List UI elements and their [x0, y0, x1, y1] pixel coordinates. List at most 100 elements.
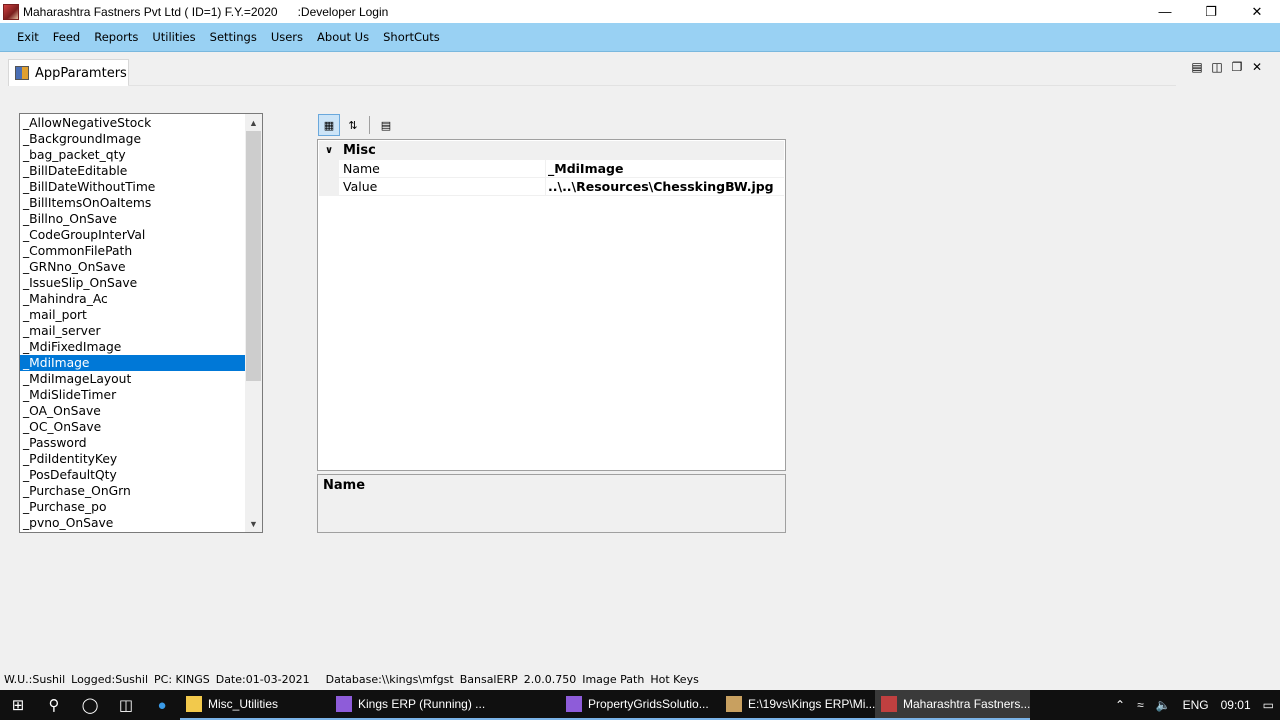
- list-item[interactable]: _OC_OnSave: [20, 419, 245, 435]
- task-list: Misc_Utilities Kings ERP (Running) ... Pro…: [180, 690, 1030, 720]
- parameter-list: _AllowNegativeStock _BackgroundImage _bag_…: [20, 115, 245, 531]
- list-item[interactable]: _Purchase_po: [20, 499, 245, 515]
- edge-icon[interactable]: ●: [144, 690, 180, 720]
- scroll-thumb[interactable]: [246, 131, 261, 381]
- row-margin: [319, 160, 339, 178]
- list-item[interactable]: _Password: [20, 435, 245, 451]
- status-pc: PC: KINGS: [154, 672, 210, 686]
- cortana-icon[interactable]: ◯: [72, 690, 108, 720]
- task-view-icon[interactable]: ◫: [108, 690, 144, 720]
- alphabetical-icon[interactable]: ⇅: [342, 114, 364, 136]
- scroll-up-icon[interactable]: ▲: [245, 114, 262, 131]
- list-item[interactable]: _Purchase_OnGrn: [20, 483, 245, 499]
- menu-users[interactable]: Users: [264, 30, 310, 44]
- status-image-path[interactable]: Image Path: [582, 673, 644, 686]
- list-item[interactable]: _GRNno_OnSave: [20, 259, 245, 275]
- network-icon[interactable]: ≈: [1131, 698, 1150, 712]
- list-item[interactable]: _mail_port: [20, 307, 245, 323]
- task-app-icon: [726, 696, 742, 712]
- property-pages-icon[interactable]: ▤: [375, 114, 397, 136]
- minimize-button[interactable]: —: [1142, 0, 1188, 23]
- property-value[interactable]: ..\..\Resources\ChesskingBW.jpg: [546, 178, 784, 196]
- status-database: Database:\\kings\mfgst: [325, 672, 454, 686]
- list-item[interactable]: _MdiImageLayout: [20, 371, 245, 387]
- taskbar-task[interactable]: Maharashtra Fastners...: [875, 690, 1030, 720]
- parameter-listbox[interactable]: _AllowNegativeStock _BackgroundImage _bag_…: [19, 113, 263, 533]
- menu-feed[interactable]: Feed: [46, 30, 87, 44]
- system-tray: ⌃ ≈ 🔈 ENG 09:01 ▭: [1109, 690, 1280, 720]
- list-item[interactable]: _BackgroundImage: [20, 131, 245, 147]
- task-label: E:\19vs\Kings ERP\Mi...: [748, 697, 875, 711]
- close-button[interactable]: ✕: [1234, 0, 1280, 23]
- taskbar: ⊞ ⚲ ◯ ◫ ● Misc_Utilities Kings ERP (Runni…: [0, 690, 1280, 720]
- menu-reports[interactable]: Reports: [87, 30, 145, 44]
- list-item[interactable]: _IssueSlip_OnSave: [20, 275, 245, 291]
- list-item[interactable]: _CodeGroupInterVal: [20, 227, 245, 243]
- notification-icon[interactable]: ▭: [1257, 698, 1280, 712]
- menu-exit[interactable]: Exit: [10, 30, 46, 44]
- menu-shortcuts[interactable]: ShortCuts: [376, 30, 447, 44]
- collapse-chevron-icon[interactable]: ∨: [319, 145, 339, 156]
- property-name: Name: [339, 160, 546, 178]
- list-item[interactable]: _Mahindra_Ac: [20, 291, 245, 307]
- task-label: PropertyGridsSolutio...: [588, 697, 709, 711]
- task-label: Misc_Utilities: [208, 697, 279, 711]
- menu-bar: Exit Feed Reports Utilities Settings Use…: [0, 23, 1280, 52]
- list-item[interactable]: _MdiSlideTimer: [20, 387, 245, 403]
- list-item[interactable]: _pvno_OnSave: [20, 515, 245, 531]
- start-icon[interactable]: ⊞: [0, 690, 36, 720]
- taskbar-task[interactable]: E:\19vs\Kings ERP\Mi...: [720, 690, 875, 720]
- list-item[interactable]: _BillItemsOnOaItems: [20, 195, 245, 211]
- restore-button[interactable]: ❐: [1188, 0, 1234, 23]
- list-scrollbar[interactable]: ▲ ▼: [245, 114, 262, 532]
- list-item[interactable]: _Billno_OnSave: [20, 211, 245, 227]
- list-item[interactable]: _MdiImage: [20, 355, 245, 371]
- property-row-name[interactable]: Name _MdiImage: [319, 160, 784, 178]
- list-item[interactable]: _bag_packet_qty: [20, 147, 245, 163]
- row-margin: [319, 178, 339, 196]
- list-item[interactable]: _BillDateEditable: [20, 163, 245, 179]
- property-row-value[interactable]: Value ..\..\Resources\ChesskingBW.jpg: [319, 178, 784, 196]
- task-app-icon: [186, 696, 202, 712]
- tab-appparamters[interactable]: AppParamters: [8, 59, 129, 86]
- window-controls: — ❐ ✕: [1142, 0, 1280, 23]
- category-row[interactable]: ∨ Misc: [319, 141, 784, 160]
- language-indicator[interactable]: ENG: [1177, 698, 1215, 712]
- close-tab-icon[interactable]: ✕: [1250, 60, 1264, 74]
- scroll-down-icon[interactable]: ▼: [245, 515, 262, 532]
- list-item[interactable]: _PdiIdentityKey: [20, 451, 245, 467]
- categorized-icon[interactable]: ▦: [318, 114, 340, 136]
- status-version: 2.0.0.750: [523, 672, 577, 686]
- tile-vertical-icon[interactable]: ◫: [1210, 60, 1224, 74]
- main-area: _AllowNegativeStock _BackgroundImage _bag_…: [0, 86, 1280, 668]
- list-item[interactable]: _OA_OnSave: [20, 403, 245, 419]
- search-icon[interactable]: ⚲: [36, 690, 72, 720]
- taskbar-task[interactable]: Kings ERP (Running) ...: [330, 690, 560, 720]
- status-hot-keys[interactable]: Hot Keys: [650, 673, 699, 686]
- task-app-icon: [336, 696, 352, 712]
- property-value[interactable]: _MdiImage: [546, 160, 784, 178]
- taskbar-task[interactable]: PropertyGridsSolutio...: [560, 690, 720, 720]
- task-label: Maharashtra Fastners...: [903, 697, 1030, 711]
- list-item[interactable]: _MdiFixedImage: [20, 339, 245, 355]
- list-item[interactable]: _CommonFilePath: [20, 243, 245, 259]
- clock[interactable]: 09:01: [1215, 698, 1257, 712]
- cascade-icon[interactable]: ❐: [1230, 60, 1244, 74]
- volume-icon[interactable]: 🔈: [1150, 698, 1177, 712]
- list-item[interactable]: _PosDefaultQty: [20, 467, 245, 483]
- status-user: W.U.:Sushil: [4, 672, 66, 686]
- list-item[interactable]: _BillDateWithoutTime: [20, 179, 245, 195]
- menu-about-us[interactable]: About Us: [310, 30, 376, 44]
- task-label: Kings ERP (Running) ...: [358, 697, 486, 711]
- tray-chevron-icon[interactable]: ⌃: [1109, 698, 1131, 712]
- description-title: Name: [323, 478, 366, 493]
- mdi-tab-strip: AppParamters ▤ ◫ ❐ ✕: [0, 52, 1280, 86]
- tile-horizontal-icon[interactable]: ▤: [1190, 60, 1204, 74]
- property-name: Value: [339, 178, 546, 196]
- menu-utilities[interactable]: Utilities: [145, 30, 202, 44]
- menu-settings[interactable]: Settings: [203, 30, 264, 44]
- list-item[interactable]: _AllowNegativeStock: [20, 115, 245, 131]
- property-grid: ∨ Misc Name _MdiImage Value ..\..\Resour…: [317, 139, 786, 471]
- list-item[interactable]: _mail_server: [20, 323, 245, 339]
- taskbar-task[interactable]: Misc_Utilities: [180, 690, 330, 720]
